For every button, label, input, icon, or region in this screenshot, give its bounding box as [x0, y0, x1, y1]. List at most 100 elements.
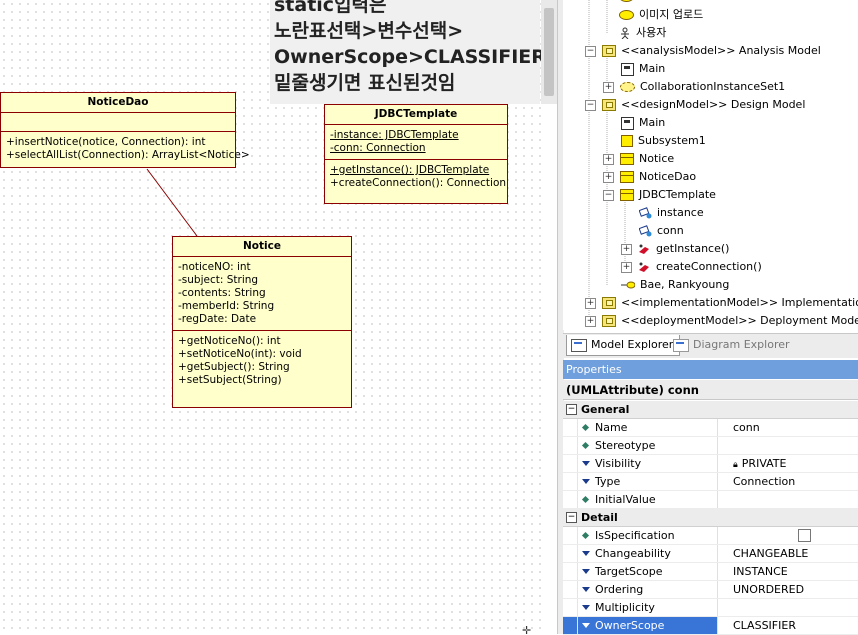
tree-item[interactable]: Subsystem1 — [621, 132, 706, 150]
property-row-stereotype[interactable]: Stereotype — [563, 437, 858, 455]
tree-item[interactable]: instance — [638, 204, 704, 222]
attribute-compartment — [1, 113, 235, 131]
property-value[interactable]: CLASSIFIER — [718, 617, 858, 634]
attribute[interactable]: -conn: Connection — [330, 142, 503, 155]
lock-icon: 🔒︎ — [733, 460, 738, 470]
tree-item-design-model[interactable]: − <<designModel>> Design Model — [585, 96, 805, 114]
tree-item[interactable]: + Notice — [603, 150, 674, 168]
expand-icon[interactable]: + — [603, 171, 614, 183]
operation[interactable]: +getInstance(): JDBCTemplate — [330, 164, 503, 177]
diagram-canvas[interactable]: static입력은 노란표선택>변수선택> OwnerScope>CLASSIF… — [0, 0, 542, 634]
property-row-name[interactable]: Name conn — [563, 419, 858, 437]
property-name: Stereotype — [595, 439, 656, 452]
property-row-ordering[interactable]: Ordering UNORDERED — [563, 581, 858, 599]
property-value[interactable] — [718, 527, 858, 544]
class-name: Notice — [173, 237, 351, 257]
expand-icon[interactable]: + — [621, 261, 632, 273]
property-dropdown-icon — [582, 587, 590, 592]
tree-item[interactable]: Bae, Rankyoung — [621, 276, 729, 294]
model-explorer-tree[interactable]: 이미지 업로드 사용자 − <<analysisModel>> Analysis… — [563, 0, 858, 330]
tree-item-label: NoticeDao — [639, 170, 697, 183]
tree-item-deployment-model[interactable]: + <<deploymentModel>> Deployment Model — [585, 312, 858, 330]
tab-label: Diagram Explorer — [693, 338, 790, 351]
property-value[interactable]: INSTANCE — [718, 563, 858, 580]
canvas-scrollbar[interactable] — [541, 0, 557, 104]
property-row-isspecification[interactable]: IsSpecification — [563, 527, 858, 545]
tree-item[interactable]: + createConnection() — [621, 258, 762, 276]
actor-icon — [619, 27, 631, 40]
isspecification-checkbox[interactable] — [798, 529, 811, 542]
operation[interactable]: +selectAllList(Connection): ArrayList<No… — [6, 149, 250, 162]
scrollbar-thumb[interactable] — [544, 8, 554, 96]
property-value[interactable]: Connection — [718, 473, 858, 490]
property-row-type[interactable]: Type Connection — [563, 473, 858, 491]
tree-item[interactable]: + NoticeDao — [603, 168, 696, 186]
tree-item[interactable]: + getInstance() — [621, 240, 729, 258]
attribute[interactable]: -noticeNO: int — [178, 261, 347, 274]
expand-icon[interactable]: + — [603, 81, 614, 93]
expand-icon[interactable]: + — [585, 297, 596, 309]
operation[interactable]: +setNoticeNo(int): void — [178, 348, 347, 361]
property-value[interactable] — [718, 491, 858, 508]
attribute[interactable]: -memberId: String — [178, 300, 347, 313]
property-diamond-icon — [581, 495, 590, 504]
property-name: InitialValue — [595, 493, 656, 506]
class-jdbctemplate[interactable]: JDBCTemplate -instance: JDBCTemplate -co… — [324, 104, 508, 204]
operation[interactable]: +insertNotice(notice, Connection): int — [6, 136, 231, 149]
property-value[interactable]: UNORDERED — [718, 581, 858, 598]
attribute-icon — [638, 225, 652, 237]
property-row-changeability[interactable]: Changeability CHANGEABLE — [563, 545, 858, 563]
tree-item-analysis-model[interactable]: − <<analysisModel>> Analysis Model — [585, 42, 821, 60]
move-icon[interactable]: ✛ — [522, 624, 534, 634]
tree-item[interactable]: conn — [638, 222, 684, 240]
class-noticedao[interactable]: NoticeDao +insertNotice(notice, Connecti… — [0, 92, 250, 168]
tab-model-explorer[interactable]: Model Explorer — [566, 335, 681, 356]
property-value[interactable] — [718, 599, 858, 616]
tree-item-label: conn — [657, 224, 684, 237]
group-detail[interactable]: − Detail — [563, 509, 858, 527]
note-element[interactable]: static입력은 노란표선택>변수선택> OwnerScope>CLASSIF… — [270, 0, 542, 104]
tree-item-implementation-model[interactable]: + <<implementationModel>> Implementation… — [585, 294, 858, 312]
property-row-multiplicity[interactable]: Multiplicity — [563, 599, 858, 617]
operation[interactable]: +getSubject(): String — [178, 361, 347, 374]
tree-item[interactable]: − JDBCTemplate — [603, 186, 716, 204]
operation[interactable]: +getNoticeNo(): int — [178, 335, 347, 348]
collaboration-icon — [620, 82, 635, 92]
collapse-icon[interactable]: − — [603, 189, 614, 201]
package-icon — [602, 315, 616, 327]
attribute[interactable]: -subject: String — [178, 274, 347, 287]
collapse-icon[interactable]: − — [566, 404, 577, 415]
tree-item[interactable]: Main — [621, 60, 665, 78]
class-icon — [620, 171, 634, 183]
operation-compartment: +getNoticeNo(): int +setNoticeNo(int): v… — [173, 330, 351, 391]
property-row-targetscope[interactable]: TargetScope INSTANCE — [563, 563, 858, 581]
class-notice[interactable]: Notice -noticeNO: int -subject: String -… — [172, 236, 352, 408]
property-row-ownerscope[interactable]: OwnerScope CLASSIFIER — [563, 617, 858, 635]
property-value[interactable]: conn — [718, 419, 858, 436]
expand-icon[interactable]: + — [585, 315, 596, 327]
tree-item[interactable]: 이미지 업로드 — [619, 6, 703, 24]
property-row-visibility[interactable]: Visibility 🔒︎ PRIVATE — [563, 455, 858, 473]
attribute[interactable]: -regDate: Date — [178, 313, 347, 326]
tree-item[interactable]: 사용자 — [619, 24, 666, 42]
tab-diagram-explorer[interactable]: Diagram Explorer — [669, 335, 796, 355]
property-row-initialvalue[interactable]: InitialValue — [563, 491, 858, 509]
attribute[interactable]: -instance: JDBCTemplate — [330, 129, 503, 142]
collapse-icon[interactable]: − — [585, 45, 596, 57]
note-line: static입력은 — [274, 0, 387, 16]
group-general[interactable]: − General — [563, 401, 858, 419]
tree-item[interactable]: Main — [621, 114, 665, 132]
property-value[interactable]: CHANGEABLE — [718, 545, 858, 562]
expand-icon[interactable]: + — [603, 153, 614, 165]
attribute[interactable]: -contents: String — [178, 287, 347, 300]
property-value[interactable]: 🔒︎ PRIVATE — [718, 455, 858, 472]
expand-icon[interactable]: + — [621, 243, 632, 255]
tree-item[interactable]: + CollaborationInstanceSet1 — [603, 78, 785, 96]
collapse-icon[interactable]: − — [566, 512, 577, 523]
collapse-icon[interactable]: − — [585, 99, 596, 111]
tree-item-label: Notice — [639, 152, 675, 165]
operation[interactable]: +createConnection(): Connection — [330, 177, 506, 190]
tree-item-label: <<implementationModel>> Implementation M… — [621, 296, 858, 309]
operation[interactable]: +setSubject(String) — [178, 374, 347, 387]
property-value[interactable] — [718, 437, 858, 454]
